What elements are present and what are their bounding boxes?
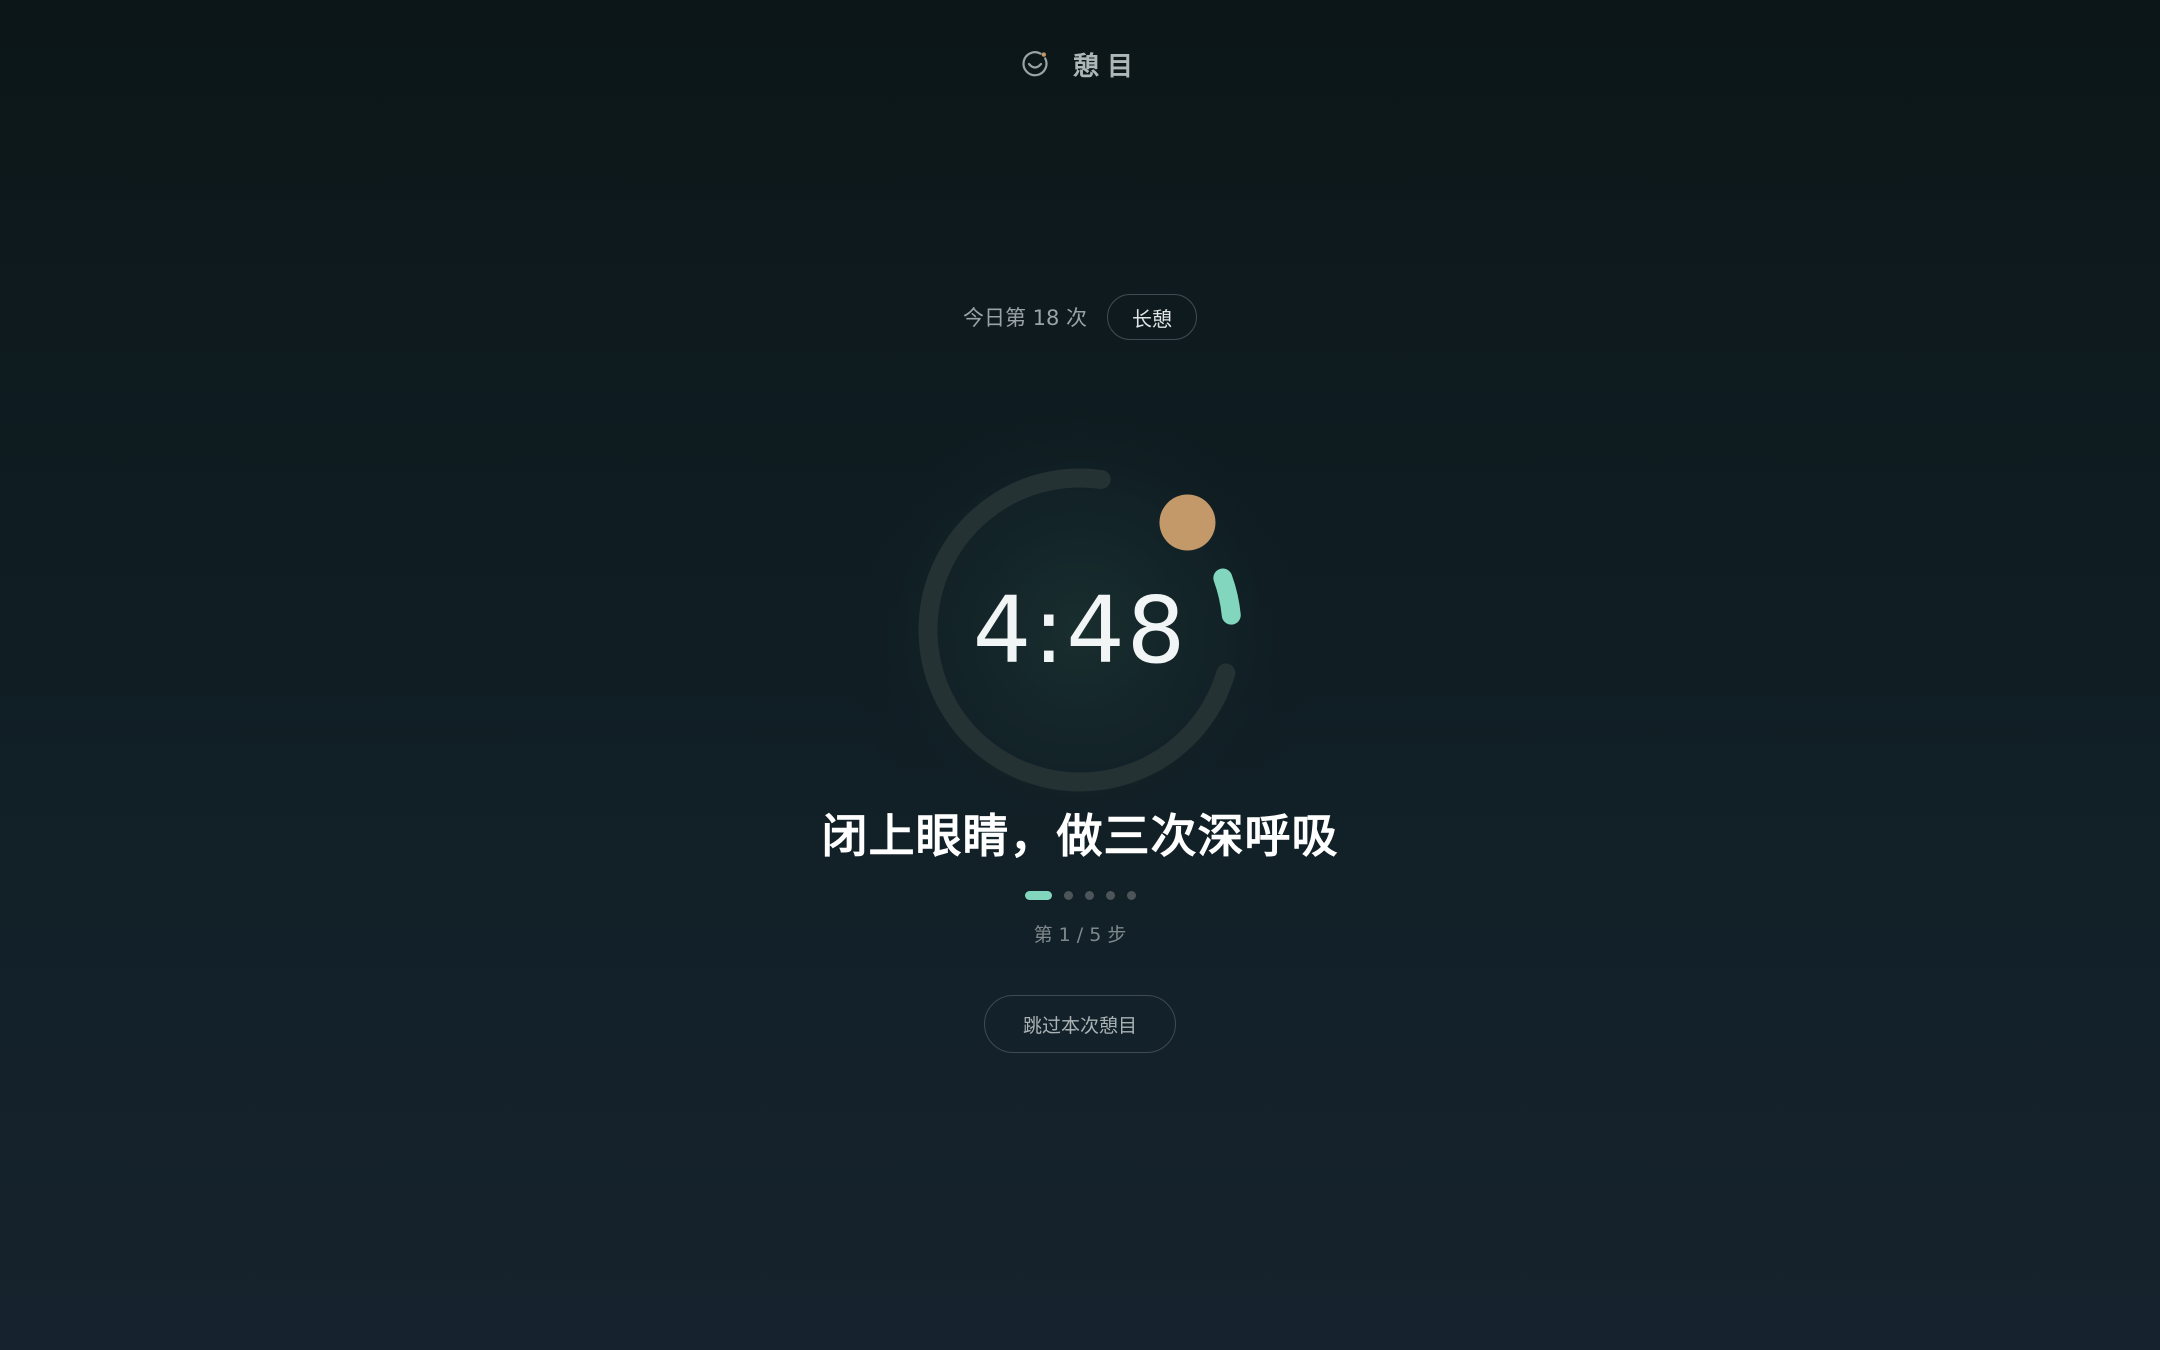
step-instruction: 闭上眼睛，做三次深呼吸 (821, 809, 1339, 863)
step-dot (1126, 890, 1136, 900)
step-dot-active (1024, 890, 1052, 900)
session-count: 今日第 18 次 (962, 306, 1088, 330)
break-type-badge: 长憩 (1107, 294, 1198, 340)
step-dot (1105, 890, 1115, 900)
app-header: 憩目 (0, 40, 2160, 88)
skip-break-button[interactable]: 跳过本次憩目 (984, 995, 1176, 1053)
step-dot (1063, 890, 1073, 900)
step-counter: 第 1 / 5 步 (1033, 924, 1127, 946)
app-title: 憩目 (1072, 51, 1141, 82)
smile-eye-icon (1019, 48, 1051, 80)
session-info: 今日第 18 次 长憩 (0, 292, 2160, 342)
step-dot (1084, 890, 1094, 900)
step-indicator (0, 889, 2160, 901)
